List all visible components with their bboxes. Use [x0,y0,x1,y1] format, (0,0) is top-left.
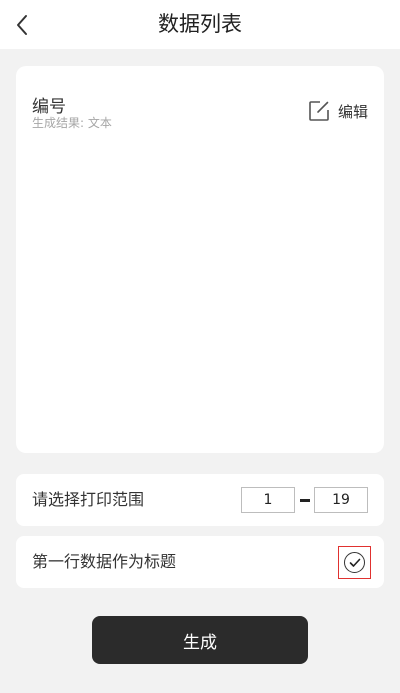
page-title: 数据列表 [158,12,242,36]
print-range-row: 请选择打印范围 [16,474,384,526]
range-separator [300,499,310,502]
edit-label: 编辑 [337,102,368,121]
print-range-label: 请选择打印范围 [32,490,145,509]
field-result-type: 生成结果: 文本 [32,116,112,130]
first-row-header-checkbox[interactable] [338,546,371,579]
range-start-input[interactable] [241,487,295,513]
data-field-card: 编号 生成结果: 文本 编辑 [16,66,384,453]
edit-icon [309,101,329,121]
edit-button[interactable]: 编辑 [308,99,368,123]
nav-bar: 数据列表 [0,0,400,49]
check-circle-icon [344,552,365,573]
first-row-header-row: 第一行数据作为标题 [16,536,384,588]
range-end-input[interactable] [314,487,368,513]
generate-button[interactable]: 生成 [92,616,308,664]
first-row-header-label: 第一行数据作为标题 [32,552,177,571]
